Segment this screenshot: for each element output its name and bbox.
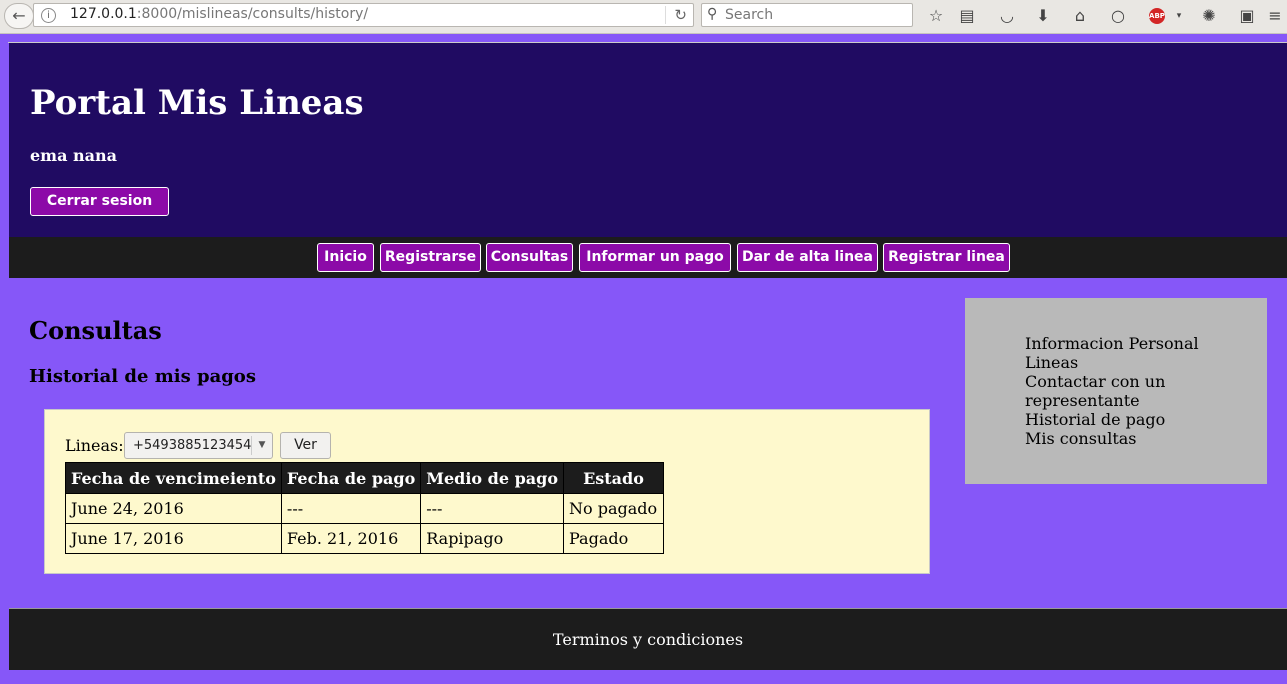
sidebar-item-historial-pago[interactable]: Historial de pago bbox=[1025, 410, 1225, 429]
chat-icon[interactable]: ○ bbox=[1107, 5, 1129, 27]
logout-button[interactable]: Cerrar sesion bbox=[30, 187, 169, 216]
adblock-icon[interactable]: ABP bbox=[1149, 8, 1165, 24]
sidebar: Informacion Personal Lineas Contactar co… bbox=[965, 298, 1267, 484]
nav-item-inicio[interactable]: Inicio bbox=[317, 243, 374, 272]
sidebar-item-lineas[interactable]: Lineas bbox=[1025, 353, 1225, 372]
section-title: Historial de mis pagos bbox=[29, 366, 256, 387]
table-cell: Rapipago bbox=[420, 523, 564, 554]
table-row: June 17, 2016 Feb. 21, 2016 Rapipago Pag… bbox=[65, 523, 664, 554]
bookmark-star-icon[interactable]: ☆ bbox=[925, 5, 947, 27]
browser-toolbar: ← i 127.0.0.1:8000/mislineas/consults/hi… bbox=[0, 0, 1287, 34]
search-input[interactable]: ⚲ Search bbox=[701, 3, 913, 27]
line-select[interactable]: +5493885123454 ▼ bbox=[124, 432, 273, 459]
site-footer: Terminos y condiciones bbox=[9, 609, 1287, 670]
menu-icon[interactable]: ≡ bbox=[1264, 5, 1286, 27]
table-row: June 24, 2016 --- --- No pagado bbox=[65, 493, 664, 524]
pocket-icon[interactable]: ◡ bbox=[996, 5, 1018, 27]
table-cell: Feb. 21, 2016 bbox=[280, 523, 422, 554]
table-cell: No pagado bbox=[562, 493, 664, 524]
chevron-down-icon[interactable]: ▾ bbox=[1168, 5, 1190, 27]
reading-list-icon[interactable]: ▤ bbox=[956, 5, 978, 27]
column-header: Medio de pago bbox=[420, 462, 564, 494]
table-cell: June 24, 2016 bbox=[65, 493, 282, 524]
page-title: Consultas bbox=[29, 316, 162, 345]
sidebar-item-informacion-personal[interactable]: Informacion Personal bbox=[1025, 334, 1225, 353]
translate-icon[interactable]: ▣ bbox=[1236, 5, 1258, 27]
user-name: ema nana bbox=[30, 146, 118, 165]
info-icon[interactable]: i bbox=[41, 8, 56, 23]
main-nav: Inicio Registrarse Consultas Informar un… bbox=[9, 237, 1287, 278]
back-button[interactable]: ← bbox=[4, 3, 34, 29]
table-header-row: Fecha de vencimeiento Fecha de pago Medi… bbox=[65, 462, 664, 494]
lineas-label: Lineas: bbox=[65, 436, 124, 455]
nav-item-registrar-linea[interactable]: Registrar linea bbox=[883, 243, 1010, 272]
site-title: Portal Mis Lineas bbox=[30, 83, 364, 123]
payment-history-panel: Lineas: +5493885123454 ▼ Ver Fecha de ve… bbox=[44, 409, 930, 574]
nav-item-informar-pago[interactable]: Informar un pago bbox=[579, 243, 731, 272]
url-bar[interactable]: i 127.0.0.1:8000/mislineas/consults/hist… bbox=[33, 3, 694, 27]
extension-icon[interactable]: ✺ bbox=[1198, 5, 1220, 27]
column-header: Fecha de pago bbox=[280, 462, 422, 494]
table-cell: June 17, 2016 bbox=[65, 523, 282, 554]
search-placeholder: Search bbox=[725, 7, 774, 23]
terms-link[interactable]: Terminos y condiciones bbox=[9, 630, 1287, 649]
sidebar-item-mis-consultas[interactable]: Mis consultas bbox=[1025, 429, 1225, 448]
table-cell: Pagado bbox=[562, 523, 664, 554]
table-cell: --- bbox=[280, 493, 422, 524]
site-header: Portal Mis Lineas ema nana Cerrar sesion bbox=[9, 43, 1287, 237]
nav-item-consultas[interactable]: Consultas bbox=[486, 243, 573, 272]
url-path: :8000/mislineas/consults/history/ bbox=[136, 6, 369, 22]
reload-icon[interactable]: ↻ bbox=[665, 6, 687, 24]
search-icon: ⚲ bbox=[707, 6, 718, 22]
sidebar-menu: Informacion Personal Lineas Contactar co… bbox=[1025, 334, 1225, 448]
back-arrow-icon: ← bbox=[12, 6, 26, 25]
url-host: 127.0.0.1 bbox=[70, 6, 137, 22]
url-text: 127.0.0.1:8000/mislineas/consults/histor… bbox=[70, 6, 368, 22]
sidebar-item-contactar[interactable]: Contactar con un representante bbox=[1025, 372, 1225, 410]
nav-item-registrarse[interactable]: Registrarse bbox=[380, 243, 481, 272]
chevron-down-icon: ▼ bbox=[251, 436, 272, 455]
table-cell: --- bbox=[420, 493, 564, 524]
ver-button[interactable]: Ver bbox=[280, 432, 331, 459]
download-icon[interactable]: ⬇ bbox=[1032, 5, 1054, 27]
payment-history-table: Fecha de vencimeiento Fecha de pago Medi… bbox=[65, 462, 664, 554]
line-select-value: +5493885123454 bbox=[133, 438, 252, 453]
home-icon[interactable]: ⌂ bbox=[1069, 5, 1091, 27]
column-header: Fecha de vencimeiento bbox=[65, 462, 282, 494]
nav-item-dar-alta-linea[interactable]: Dar de alta linea bbox=[737, 243, 878, 272]
column-header: Estado bbox=[562, 462, 664, 494]
